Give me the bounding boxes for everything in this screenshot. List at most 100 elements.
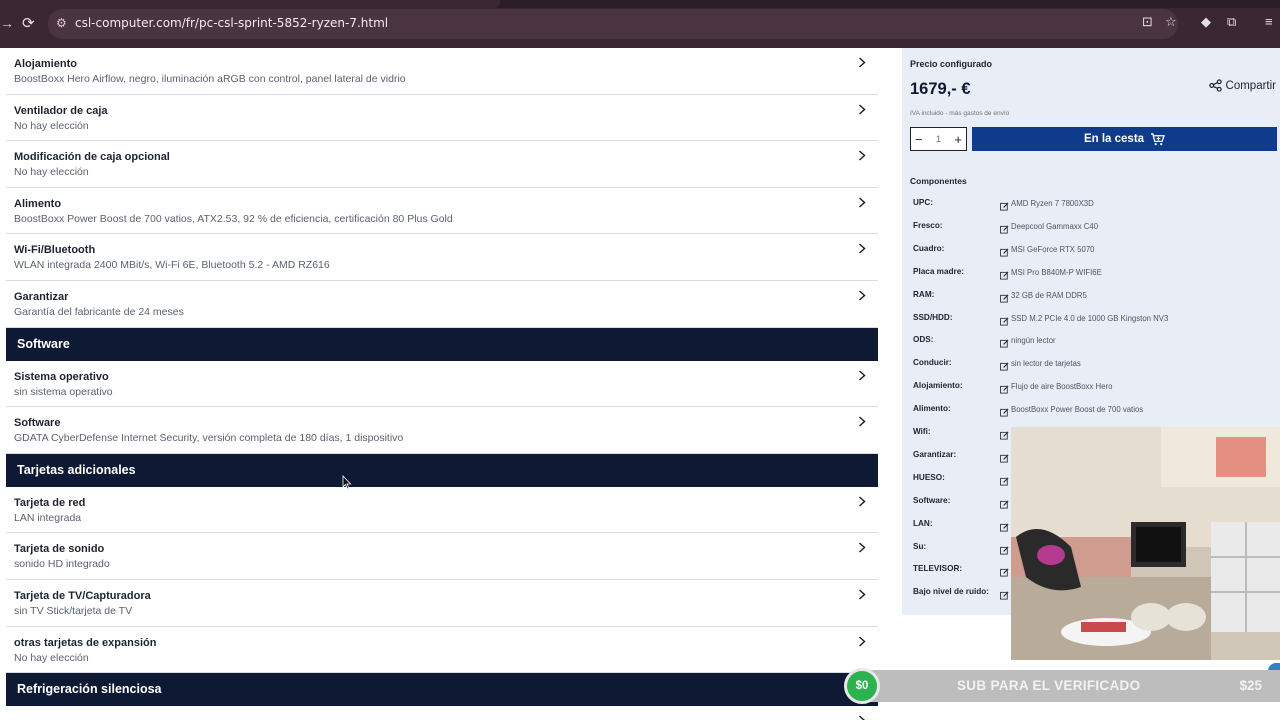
- chevron-right-icon[interactable]: [858, 104, 868, 115]
- config-option-row[interactable]: Alimento BoostBoxx Power Boost de 700 vat…: [6, 187, 878, 235]
- option-value: sin TV Stick/tarjeta de TV: [14, 604, 133, 617]
- chevron-right-icon[interactable]: [858, 243, 868, 254]
- extension-icon[interactable]: ◆: [1201, 14, 1211, 30]
- option-value: No hay elección: [14, 119, 89, 132]
- config-option-row[interactable]: Tarjeta de sonido sonido HD integrado: [6, 533, 878, 580]
- edit-icon[interactable]: [1000, 358, 1009, 371]
- edit-icon[interactable]: [1000, 381, 1009, 394]
- component-key: Wifi:: [913, 427, 931, 436]
- option-title: Software: [14, 417, 61, 430]
- chevron-right-icon[interactable]: [858, 197, 868, 208]
- config-option-row[interactable]: Alojamiento BoostBoxx Hero Airflow, negro…: [6, 48, 878, 95]
- chevron-right-icon[interactable]: [858, 635, 868, 647]
- option-title: Sistema operativo: [14, 370, 109, 383]
- component-key: Software:: [913, 495, 951, 505]
- option-value: BoostBoxx Power Boost de 700 vatios, ATX…: [14, 212, 453, 225]
- minus-icon[interactable]: −: [915, 132, 923, 147]
- component-row: Alojamiento: Flujo de aire BoostBoxx Hero: [913, 381, 1273, 395]
- mouse-cursor-icon: [342, 475, 352, 490]
- url-text[interactable]: csl-computer.com/fr/pc-csl-sprint-5852-r…: [75, 16, 388, 30]
- config-option-row[interactable]: otras tarjetas de expansión No hay elecci…: [6, 626, 878, 674]
- component-value: BoostBoxx Power Boost de 700 vatios: [1011, 405, 1144, 415]
- option-value: sonido HD integrado: [14, 558, 110, 571]
- cart-label: En la cesta: [1083, 133, 1145, 145]
- option-title: Tarjeta de sonido: [14, 543, 105, 556]
- edit-icon[interactable]: [1000, 427, 1009, 440]
- component-value: AMD Ryzen 7 7800X3D: [1011, 199, 1094, 208]
- component-value: SSD M.2 PCIe 4.0 de 1000 GB Kingston NV3: [1011, 313, 1169, 323]
- component-value: MSI Pro B840M-P WIFI6E: [1011, 267, 1102, 277]
- config-option-row[interactable]: Sistema operativo sin sistema operativo: [6, 360, 878, 408]
- vat-note: IVA incluido - más gastos de envío: [910, 110, 1010, 117]
- edit-icon[interactable]: [1000, 267, 1009, 280]
- component-value: 32 GB de RAM DDR5: [1011, 290, 1087, 300]
- edit-icon[interactable]: [1000, 542, 1009, 555]
- edit-icon[interactable]: [1000, 587, 1009, 600]
- config-option-row[interactable]: Tarjeta de TV/Capturadora sin TV Stick/ta…: [6, 579, 878, 627]
- edit-icon[interactable]: [1000, 290, 1009, 303]
- plus-icon[interactable]: +: [954, 132, 962, 147]
- reading-list-icon[interactable]: ≡: [1265, 14, 1273, 29]
- webcam-overlay: [1011, 427, 1280, 660]
- section-header: Tarjetas adicionales: [6, 453, 878, 487]
- edit-icon[interactable]: [1000, 404, 1009, 417]
- edit-icon[interactable]: [1000, 198, 1009, 211]
- bookmark-star-icon[interactable]: ☆: [1165, 14, 1177, 30]
- add-to-cart-button[interactable]: En la cesta: [972, 127, 1277, 151]
- configured-price: 1679,- €: [910, 80, 971, 98]
- edit-icon[interactable]: [1000, 519, 1009, 532]
- component-key: LAN:: [913, 518, 933, 528]
- config-option-row[interactable]: Software GDATA CyberDefense Internet Secu…: [6, 407, 878, 454]
- component-key: Alimento:: [913, 404, 951, 414]
- extensions-puzzle-icon[interactable]: ⧉: [1227, 14, 1236, 30]
- edit-icon[interactable]: [1000, 473, 1009, 486]
- config-option-row[interactable]: Modificación de caja opcional No hay elec…: [6, 141, 878, 188]
- chevron-right-icon[interactable]: [858, 370, 868, 381]
- component-row: RAM: 32 GB de RAM DDR5: [913, 290, 1273, 304]
- edit-icon[interactable]: [1000, 244, 1009, 257]
- edit-icon[interactable]: [1000, 450, 1009, 463]
- chevron-right-icon[interactable]: [858, 150, 868, 161]
- config-option-row[interactable]: [6, 706, 878, 720]
- cart-icon: [1151, 132, 1165, 145]
- component-row: Fresco: Deepcool Gammaxx C40: [913, 221, 1273, 235]
- component-row: Cuadro: MSI GeForce RTX 5070: [913, 244, 1273, 258]
- option-title: Tarjeta de red: [14, 496, 86, 509]
- chevron-right-icon[interactable]: [858, 290, 868, 301]
- forward-arrow-icon[interactable]: →: [0, 15, 14, 31]
- component-key: Placa madre:: [913, 266, 964, 276]
- share-button[interactable]: Compartir: [1208, 79, 1276, 92]
- edit-icon[interactable]: [1000, 335, 1009, 348]
- quantity-value[interactable]: 1: [936, 134, 941, 145]
- option-title: Garantizar: [14, 290, 69, 303]
- option-value: LAN integrada: [14, 511, 82, 524]
- component-row: Conducir: sin lector de tarjetas: [913, 358, 1273, 372]
- config-option-row[interactable]: Wi-Fi/Bluetooth WLAN integrada 2400 MBit/…: [6, 234, 878, 281]
- config-option-row[interactable]: Ventilador de caja No hay elección: [6, 94, 878, 142]
- component-key: TELEVISOR:: [913, 564, 963, 574]
- edit-icon[interactable]: [1000, 313, 1009, 326]
- config-option-row[interactable]: Tarjeta de red LAN integrada: [6, 486, 878, 534]
- chevron-right-icon[interactable]: [858, 416, 868, 427]
- chevron-right-icon[interactable]: [858, 589, 868, 600]
- option-value: GDATA CyberDefense Internet Security, ve…: [14, 432, 404, 445]
- chevron-right-icon[interactable]: [858, 542, 868, 553]
- chevron-right-icon[interactable]: [858, 496, 868, 507]
- edit-icon[interactable]: [1000, 221, 1009, 234]
- component-value: Flujo de aire BoostBoxx Hero: [1011, 382, 1113, 392]
- quantity-stepper[interactable]: − 1 +: [910, 127, 967, 151]
- option-value: No hay elección: [14, 651, 89, 664]
- chevron-right-icon[interactable]: [858, 715, 868, 720]
- chevron-right-icon[interactable]: [858, 57, 868, 68]
- option-title: Modificación de caja opcional: [14, 151, 170, 164]
- option-value: Garantía del fabricante de 24 meses: [14, 305, 184, 318]
- translate-icon[interactable]: ⊡: [1142, 14, 1153, 30]
- config-option-row[interactable]: Garantizar Garantía del fabricante de 24 …: [6, 280, 878, 328]
- option-title: Ventilador de caja: [14, 104, 108, 117]
- edit-icon[interactable]: [1000, 564, 1009, 577]
- reload-icon[interactable]: ⟳: [22, 14, 35, 32]
- component-key: Fresco:: [913, 220, 943, 230]
- active-tab[interactable]: [0, 0, 500, 8]
- site-info-icon[interactable]: ⚙: [56, 16, 67, 30]
- edit-icon[interactable]: [1000, 496, 1009, 509]
